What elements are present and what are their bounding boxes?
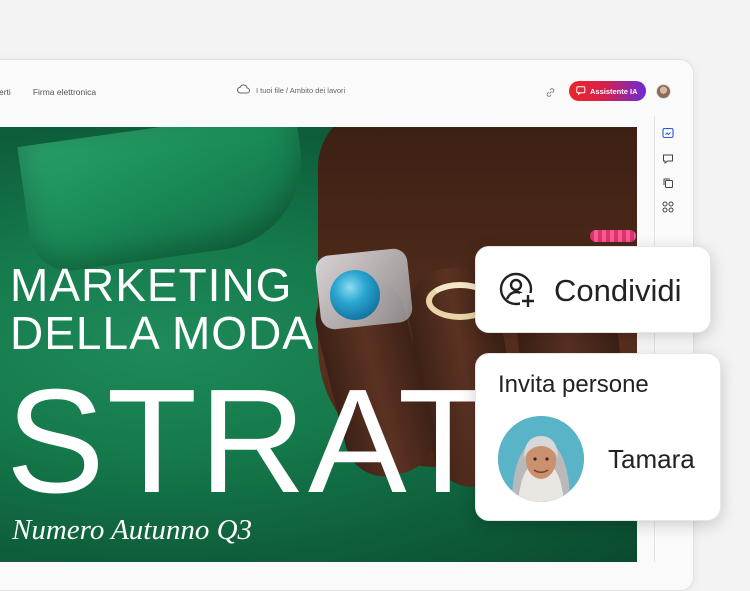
apps-grid-icon[interactable]	[662, 200, 674, 213]
blue-stone	[330, 270, 380, 320]
breadcrumb-text[interactable]: I tuoi file / Ambito dei lavori	[256, 86, 345, 95]
toolbar-right: Assistente IA	[547, 81, 671, 101]
person-name[interactable]: Tamara	[608, 444, 695, 475]
add-user-icon	[498, 271, 538, 316]
share-button-label: Condividi	[554, 273, 682, 308]
headline-line-2: DELLA MODA	[10, 307, 314, 359]
fabric-shape	[17, 127, 313, 276]
headline-big: STRAT	[6, 359, 491, 524]
ai-chat-icon	[576, 85, 586, 97]
pink-ring	[590, 230, 636, 242]
edit-panel-icon[interactable]	[662, 126, 674, 139]
ai-assistant-label: Assistente IA	[590, 86, 638, 96]
comment-icon[interactable]	[662, 152, 674, 165]
top-toolbar: erti Firma elettronica I tuoi file / Amb…	[0, 60, 693, 124]
headline-line-1: MARKETING	[10, 259, 293, 311]
nav-item-esign[interactable]: Firma elettronica	[33, 87, 96, 97]
invite-card: Invita persone Tamara	[475, 353, 721, 521]
cloud-icon	[237, 84, 250, 96]
ai-assistant-button[interactable]: Assistente IA	[569, 81, 646, 101]
nav-item-partial[interactable]: erti	[0, 87, 11, 97]
user-avatar[interactable]	[655, 83, 671, 99]
copy-pages-icon[interactable]	[662, 176, 674, 188]
share-card[interactable]: Condividi	[475, 246, 711, 333]
person-avatar[interactable]	[498, 416, 584, 502]
toolbar-nav: erti Firma elettronica	[0, 87, 96, 97]
issue-subtitle: Numero Autunno Q3	[12, 514, 253, 546]
breadcrumb: I tuoi file / Ambito dei lavori	[237, 84, 345, 96]
invite-title: Invita persone	[498, 371, 649, 398]
